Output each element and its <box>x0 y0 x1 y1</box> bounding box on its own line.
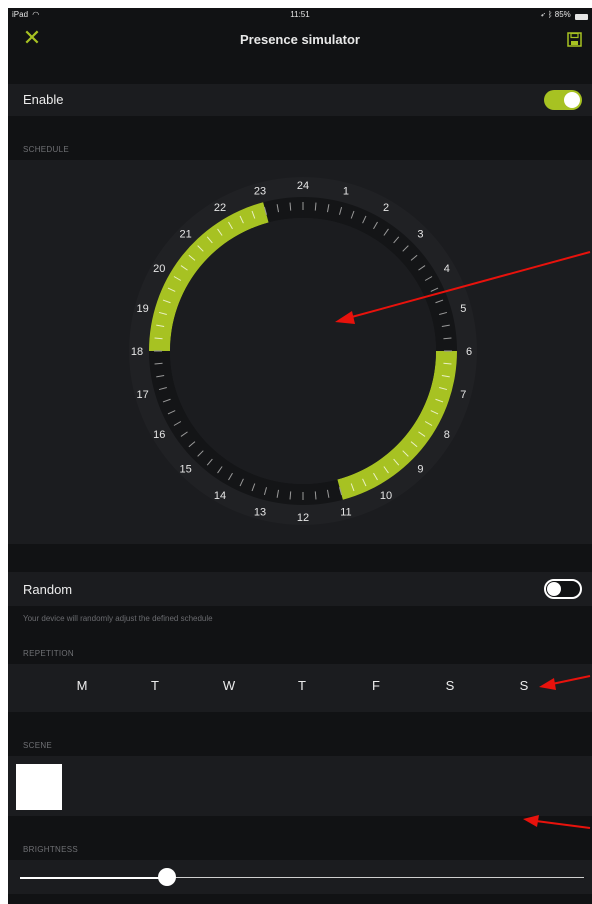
enable-row: Enable <box>8 84 592 116</box>
toggle-knob <box>547 582 561 596</box>
battery-icon <box>575 13 588 20</box>
hour-label: 4 <box>444 263 450 275</box>
page-title: Presence simulator <box>240 32 360 47</box>
hour-label: 11 <box>340 506 351 518</box>
brightness-row <box>8 860 592 894</box>
hour-label: 21 <box>179 229 191 241</box>
battery-percent: 85% <box>554 10 571 19</box>
random-toggle[interactable] <box>544 579 582 599</box>
schedule-tick <box>443 362 452 365</box>
hour-label: 16 <box>153 429 165 441</box>
random-row: Random <box>8 572 592 606</box>
schedule-tick <box>289 491 292 500</box>
hour-label: 5 <box>460 303 466 315</box>
hour-label: 2 <box>383 202 389 214</box>
hour-label: 6 <box>466 346 472 358</box>
hour-label: 24 <box>297 180 309 192</box>
status-time: 11:51 <box>290 10 310 19</box>
hour-label: 10 <box>380 490 392 502</box>
hour-label: 7 <box>460 389 466 401</box>
day-wednesday[interactable]: W <box>219 678 239 693</box>
schedule-tick <box>154 337 163 340</box>
schedule-tick <box>289 202 292 211</box>
hour-label: 20 <box>153 263 165 275</box>
random-label: Random <box>23 582 73 597</box>
brightness-track-filled <box>20 877 167 879</box>
schedule-tick <box>443 337 452 340</box>
schedule-tick <box>314 491 317 500</box>
hour-label: 19 <box>137 303 149 315</box>
repetition-header: REPETITION <box>23 649 75 658</box>
day-friday[interactable]: F <box>366 678 386 693</box>
save-icon[interactable] <box>567 32 582 47</box>
app-screen: iPad ◠ 11:51 ➶ ᛒ 85% ✕ Presence simulato… <box>8 8 592 904</box>
hour-label: 22 <box>214 202 226 214</box>
hour-label: 18 <box>131 346 143 358</box>
scene-header: SCENE <box>23 741 53 750</box>
enable-toggle[interactable] <box>544 90 582 110</box>
clock-center <box>170 218 436 484</box>
day-sunday[interactable]: S <box>514 678 534 693</box>
hour-label: 3 <box>417 229 423 241</box>
day-monday[interactable]: M <box>72 678 92 693</box>
location-icon: ➶ <box>540 10 546 19</box>
hour-label: 23 <box>254 186 266 198</box>
toggle-knob <box>564 92 580 108</box>
brightness-header: BRIGHTNESS <box>23 845 79 854</box>
brightness-track[interactable] <box>166 877 584 878</box>
scene-row <box>8 756 592 816</box>
brightness-slider-thumb[interactable] <box>157 868 176 886</box>
day-thursday[interactable]: T <box>292 678 312 693</box>
random-hint: Your device will randomly adjust the def… <box>23 614 213 623</box>
navigation-bar: ✕ Presence simulator <box>8 22 592 56</box>
hour-label: 8 <box>444 429 450 441</box>
schedule-clock[interactable]: 24 1234567891011121314151617181920212223 <box>8 168 592 548</box>
repetition-days: M T W T F S S <box>8 664 592 712</box>
hour-label: 15 <box>179 463 191 475</box>
schedule-tick <box>154 362 163 365</box>
hour-label: 1 <box>343 186 349 198</box>
schedule-header: SCHEDULE <box>23 145 69 154</box>
hour-label: 17 <box>137 389 149 401</box>
day-saturday[interactable]: S <box>440 678 460 693</box>
day-tuesday[interactable]: T <box>145 678 165 693</box>
hour-label: 9 <box>417 463 423 475</box>
schedule-tick <box>314 202 317 211</box>
enable-label: Enable <box>23 92 64 107</box>
bluetooth-icon: ᛒ <box>547 10 553 19</box>
hour-label: 13 <box>254 506 266 518</box>
status-bar: iPad ◠ 11:51 ➶ ᛒ 85% <box>8 8 592 22</box>
hour-label: 14 <box>214 490 226 502</box>
scene-swatch[interactable] <box>16 764 62 810</box>
hour-label: 12 <box>297 512 309 524</box>
